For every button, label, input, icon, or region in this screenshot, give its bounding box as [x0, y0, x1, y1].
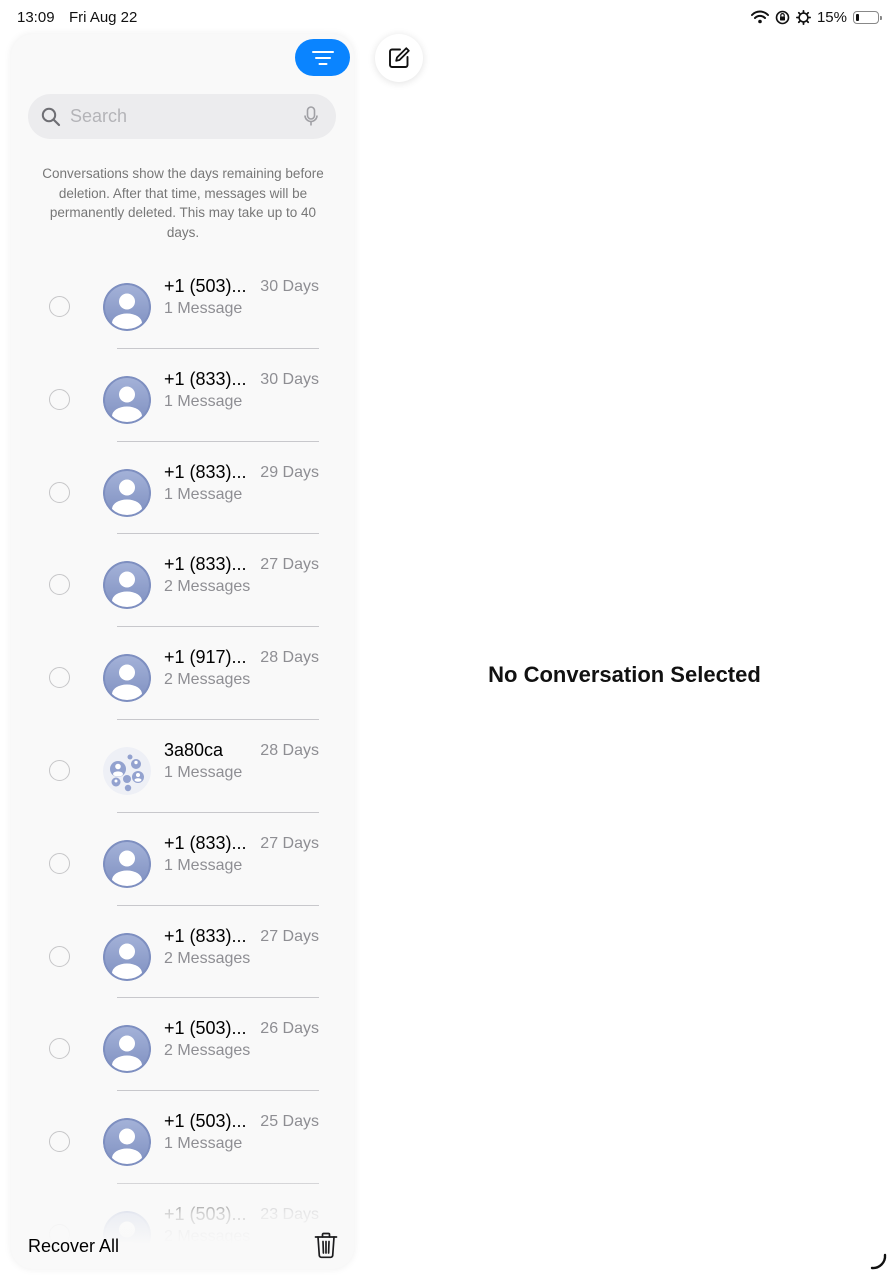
select-radio[interactable] — [49, 1131, 70, 1153]
select-radio[interactable] — [49, 1038, 70, 1060]
days-remaining: 30 Days — [260, 370, 319, 388]
conversation-row[interactable]: +1 (503)... 30 Days 1 Message — [11, 256, 354, 349]
status-date: Fri Aug 22 — [69, 9, 138, 26]
conversation-name: +1 (833)... — [164, 832, 247, 853]
person-avatar-icon — [103, 1118, 151, 1167]
focus-gear-icon — [795, 9, 811, 25]
conversation-name: +1 (503)... — [164, 276, 247, 296]
orientation-lock-icon — [775, 10, 790, 24]
days-remaining: 27 Days — [260, 834, 319, 852]
no-conversation-label: No Conversation Selected — [488, 662, 761, 687]
select-radio[interactable] — [49, 481, 70, 503]
message-count: 1 Message — [164, 485, 243, 503]
days-remaining: 26 Days — [260, 1020, 319, 1038]
select-radio[interactable] — [49, 852, 70, 874]
person-avatar-icon — [103, 839, 151, 888]
recently-deleted-sidebar: Conversations show the days remaining be… — [11, 34, 354, 1269]
message-count: 1 Message — [164, 300, 243, 317]
wifi-icon — [750, 10, 769, 24]
person-avatar-icon — [103, 932, 151, 981]
days-remaining: 27 Days — [260, 556, 319, 574]
message-count: 1 Message — [164, 392, 243, 410]
select-radio[interactable] — [49, 296, 70, 317]
status-time: 13:09 — [17, 9, 55, 26]
select-radio[interactable] — [49, 388, 70, 410]
days-remaining: 28 Days — [260, 741, 319, 759]
message-count: 2 Messages — [164, 949, 251, 967]
message-count: 2 Messages — [164, 671, 251, 689]
status-bar: 13:09 Fri Aug 22 15% — [0, 0, 895, 34]
person-avatar-icon — [103, 283, 151, 331]
conversation-name: +1 (833)... — [164, 925, 247, 946]
message-count: 2 Messages — [164, 1042, 251, 1060]
days-remaining: 28 Days — [260, 649, 319, 667]
compose-icon — [389, 47, 410, 68]
message-count: 1 Message — [164, 1135, 243, 1153]
filter-lines-icon — [311, 50, 334, 65]
battery-fill — [856, 13, 859, 21]
person-avatar-icon — [103, 375, 151, 424]
conversation-row[interactable]: 3a80ca 28 Days 1 Message — [11, 720, 354, 813]
conversation-row[interactable]: +1 (833)... 27 Days 2 Messages — [11, 534, 354, 628]
conversation-name: +1 (503)... — [164, 1018, 247, 1039]
select-radio[interactable] — [49, 574, 70, 596]
select-radio[interactable] — [49, 667, 70, 689]
conversation-name: +1 (833)... — [164, 461, 247, 482]
conversation-row[interactable]: +1 (917)... 28 Days 2 Messages — [11, 627, 354, 720]
conversation-name: +1 (833)... — [164, 554, 247, 575]
conversation-row[interactable]: +1 (833)... 27 Days 1 Message — [11, 813, 354, 906]
search-icon — [41, 107, 61, 127]
select-radio[interactable] — [49, 759, 70, 781]
message-count: 1 Message — [164, 856, 243, 874]
search-bar[interactable] — [28, 94, 336, 139]
conversation-name: 3a80ca — [164, 739, 224, 760]
days-remaining: 27 Days — [260, 927, 319, 945]
microphone-icon[interactable] — [304, 106, 318, 127]
battery-icon — [853, 10, 882, 24]
person-avatar-icon — [103, 654, 151, 703]
filter-button[interactable] — [295, 39, 350, 76]
days-remaining: 29 Days — [260, 463, 319, 481]
recover-all-button[interactable]: Recover All — [28, 1236, 119, 1257]
conversation-list: +1 (503)... 30 Days 1 Message +1 (833)..… — [11, 256, 354, 1269]
conversation-name: +1 (503)... — [164, 1111, 247, 1132]
search-input[interactable] — [70, 94, 296, 139]
group-avatar-icon — [103, 746, 151, 795]
message-count: 1 Message — [164, 763, 243, 781]
deletion-info-text: Conversations show the days remaining be… — [42, 166, 324, 240]
select-radio[interactable] — [49, 945, 70, 967]
conversation-row[interactable]: +1 (833)... 30 Days 1 Message — [11, 349, 354, 442]
conversation-row[interactable]: +1 (833)... 29 Days 1 Message — [11, 442, 354, 535]
trash-icon[interactable] — [314, 1232, 338, 1259]
conversation-row[interactable]: +1 (503)... 26 Days 2 Messages — [11, 998, 354, 1092]
loading-spinner-icon — [870, 1253, 887, 1270]
days-remaining: 25 Days — [260, 1113, 319, 1131]
person-avatar-icon — [103, 1025, 151, 1074]
battery-percent: 15% — [816, 8, 847, 26]
conversation-name: +1 (833)... — [164, 368, 247, 389]
person-avatar-icon — [103, 468, 151, 517]
conversation-row[interactable]: +1 (833)... 27 Days 2 Messages — [11, 906, 354, 999]
conversation-name: +1 (917)... — [164, 647, 247, 668]
status-indicators: 15% — [750, 8, 882, 26]
compose-button[interactable] — [375, 34, 423, 82]
message-count: 2 Messages — [164, 578, 251, 596]
person-avatar-icon — [103, 561, 151, 610]
days-remaining: 30 Days — [260, 278, 319, 295]
